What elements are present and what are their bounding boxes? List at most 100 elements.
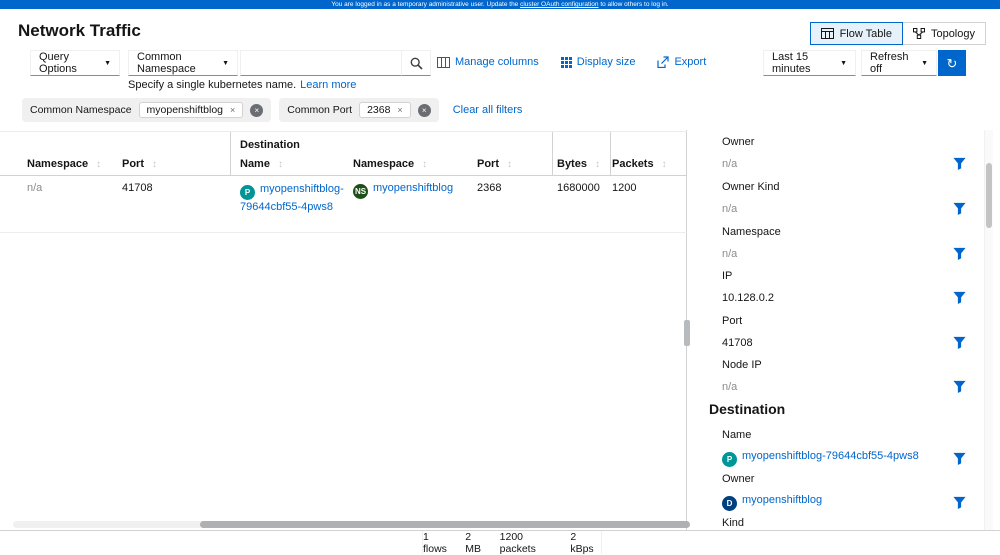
panel-field-owner: Owner n/a	[722, 136, 966, 170]
column-header-bytes[interactable]: Bytes ↕	[557, 158, 600, 170]
column-label: Namespace	[27, 158, 89, 170]
field-label: Kind	[722, 517, 745, 529]
field-label: Owner	[722, 473, 755, 485]
filter-group-namespace: Common Namespace myopenshiftblog × ×	[22, 98, 272, 122]
flow-table-label: Flow Table	[839, 27, 892, 40]
column-label: Name	[240, 158, 270, 170]
remove-filter-group-icon[interactable]: ×	[417, 103, 431, 117]
filter-funnel-icon[interactable]	[953, 380, 966, 393]
sort-icon: ↕	[152, 158, 157, 170]
view-toggle: Flow Table Topology	[809, 22, 986, 45]
column-header-src-namespace[interactable]: Namespace ↕	[27, 158, 101, 170]
cell-src-port: 41708	[122, 182, 153, 194]
panel-scrollbar-thumb[interactable]	[986, 163, 992, 228]
sort-icon: ↕	[507, 158, 512, 170]
flow-stats: 1 flows 2 MB 1200 packets 2 kBps	[422, 530, 602, 555]
filter-chip: myopenshiftblog ×	[138, 102, 244, 118]
filter-funnel-icon[interactable]	[953, 336, 966, 349]
filter-funnel-icon[interactable]	[953, 157, 966, 170]
panel-scrollbar[interactable]	[984, 130, 993, 530]
sync-icon: ↻	[946, 56, 958, 71]
query-options-dropdown[interactable]: Query Options ▼	[30, 50, 120, 76]
filter-funnel-icon[interactable]	[953, 291, 966, 304]
deployment-link[interactable]: myopenshiftblog	[742, 494, 822, 506]
field-label: Port	[722, 315, 743, 327]
panel-field-dest-owner: Owner Dmyopenshiftblog	[722, 473, 966, 511]
record-side-panel: Owner n/a Owner Kind n/a Namespace n/a I…	[694, 130, 984, 530]
filter-category-dropdown[interactable]: Common Namespace ▼	[128, 50, 238, 76]
export-icon	[657, 56, 670, 68]
column-group-separator	[610, 132, 611, 175]
filter-funnel-icon[interactable]	[953, 452, 966, 465]
active-filters: Common Namespace myopenshiftblog × × Com…	[22, 98, 522, 122]
filter-funnel-icon[interactable]	[953, 247, 966, 260]
filter-funnel-icon[interactable]	[953, 202, 966, 215]
sort-icon: ↕	[277, 158, 283, 170]
chip-close-icon[interactable]: ×	[397, 105, 402, 115]
flow-table-toggle[interactable]: Flow Table	[809, 22, 903, 45]
filter-chip: 2368 ×	[359, 102, 411, 118]
row-divider	[0, 232, 687, 233]
header-divider	[0, 175, 687, 176]
sort-icon: ↕	[422, 158, 428, 170]
page-title: Network Traffic	[18, 21, 141, 40]
namespace-badge: NS	[353, 184, 368, 199]
field-label: Name	[722, 429, 752, 441]
chevron-down-icon: ▼	[840, 59, 847, 67]
filter-chip-value: 2368	[367, 104, 391, 116]
pod-link[interactable]: myopenshiftblog-79644cbf55-4pws8	[742, 450, 919, 462]
pod-badge: P	[722, 452, 737, 467]
filter-group-port: Common Port 2368 × ×	[279, 98, 439, 122]
column-header-dst-port[interactable]: Port ↕	[477, 158, 512, 170]
panel-field-owner-kind: Owner Kind n/a	[722, 181, 966, 215]
refresh-interval-dropdown[interactable]: Refresh off ▼	[861, 50, 937, 76]
stat-flows: 1 flows	[423, 530, 447, 555]
pod-link[interactable]: myopenshiftblog-79644cbf55-4pws8	[240, 183, 344, 213]
filters-toolbar: Query Options ▼ Common Namespace ▼ Manag…	[0, 50, 1000, 76]
manage-columns-link[interactable]: Manage columns	[437, 56, 539, 68]
cell-dst-port: 2368	[477, 182, 502, 194]
remove-filter-group-icon[interactable]: ×	[250, 103, 264, 117]
panel-field-dest-kind: Kind	[722, 517, 966, 530]
pod-badge: P	[240, 185, 255, 200]
learn-more-link[interactable]: Learn more	[300, 79, 356, 91]
namespace-link[interactable]: myopenshiftblog	[373, 182, 453, 194]
banner-text-after: to allow others to log in.	[598, 1, 669, 8]
topology-label: Topology	[930, 27, 975, 40]
table-horizontal-scrollbar-thumb[interactable]	[200, 521, 690, 528]
search-button[interactable]	[401, 50, 431, 76]
field-value: Pmyopenshiftblog-79644cbf55-4pws8	[722, 450, 919, 467]
column-header-dst-namespace[interactable]: Namespace ↕	[353, 158, 427, 170]
column-header-packets[interactable]: Packets ↕	[612, 158, 667, 170]
export-link[interactable]: Export	[657, 56, 706, 68]
table-horizontal-scrollbar[interactable]	[13, 521, 690, 528]
filter-group-label: Common Namespace	[30, 104, 132, 116]
column-header-dst-name[interactable]: Name ↕	[240, 158, 283, 170]
time-range-dropdown[interactable]: Last 15 minutes ▼	[763, 50, 856, 76]
filter-search-input[interactable]	[240, 50, 401, 76]
oauth-config-link[interactable]: cluster OAuth configuration	[520, 1, 598, 8]
stat-packets: 1200 packets	[499, 530, 536, 555]
panel-field-node-ip: Node IP n/a	[722, 359, 966, 393]
panel-resize-handle[interactable]	[684, 320, 690, 346]
display-size-label: Display size	[576, 56, 636, 68]
clear-all-filters-link[interactable]: Clear all filters	[453, 104, 523, 116]
filter-funnel-icon[interactable]	[953, 496, 966, 509]
column-label: Port	[122, 158, 144, 170]
main-content: Destination Namespace ↕ Port ↕ Name ↕ Na…	[0, 130, 1000, 530]
columns-icon	[437, 56, 450, 68]
refresh-button[interactable]: ↻	[938, 50, 966, 76]
panel-field-ip: IP 10.128.0.2	[722, 270, 966, 304]
panel-field-namespace: Namespace n/a	[722, 226, 966, 260]
panel-field-dest-name: Name Pmyopenshiftblog-79644cbf55-4pws8	[722, 429, 966, 467]
export-label: Export	[674, 56, 707, 68]
topology-toggle[interactable]: Topology	[902, 22, 986, 45]
chip-close-icon[interactable]: ×	[230, 105, 235, 115]
destination-section-title: Destination	[709, 401, 786, 417]
login-banner: You are logged in as a temporary adminis…	[0, 0, 1000, 9]
column-label: Bytes	[557, 158, 587, 170]
column-header-src-port[interactable]: Port ↕	[122, 158, 157, 170]
display-size-link[interactable]: Display size	[560, 56, 636, 68]
field-value: n/a	[722, 380, 738, 393]
stat-bytes: 2 MB	[465, 530, 481, 555]
